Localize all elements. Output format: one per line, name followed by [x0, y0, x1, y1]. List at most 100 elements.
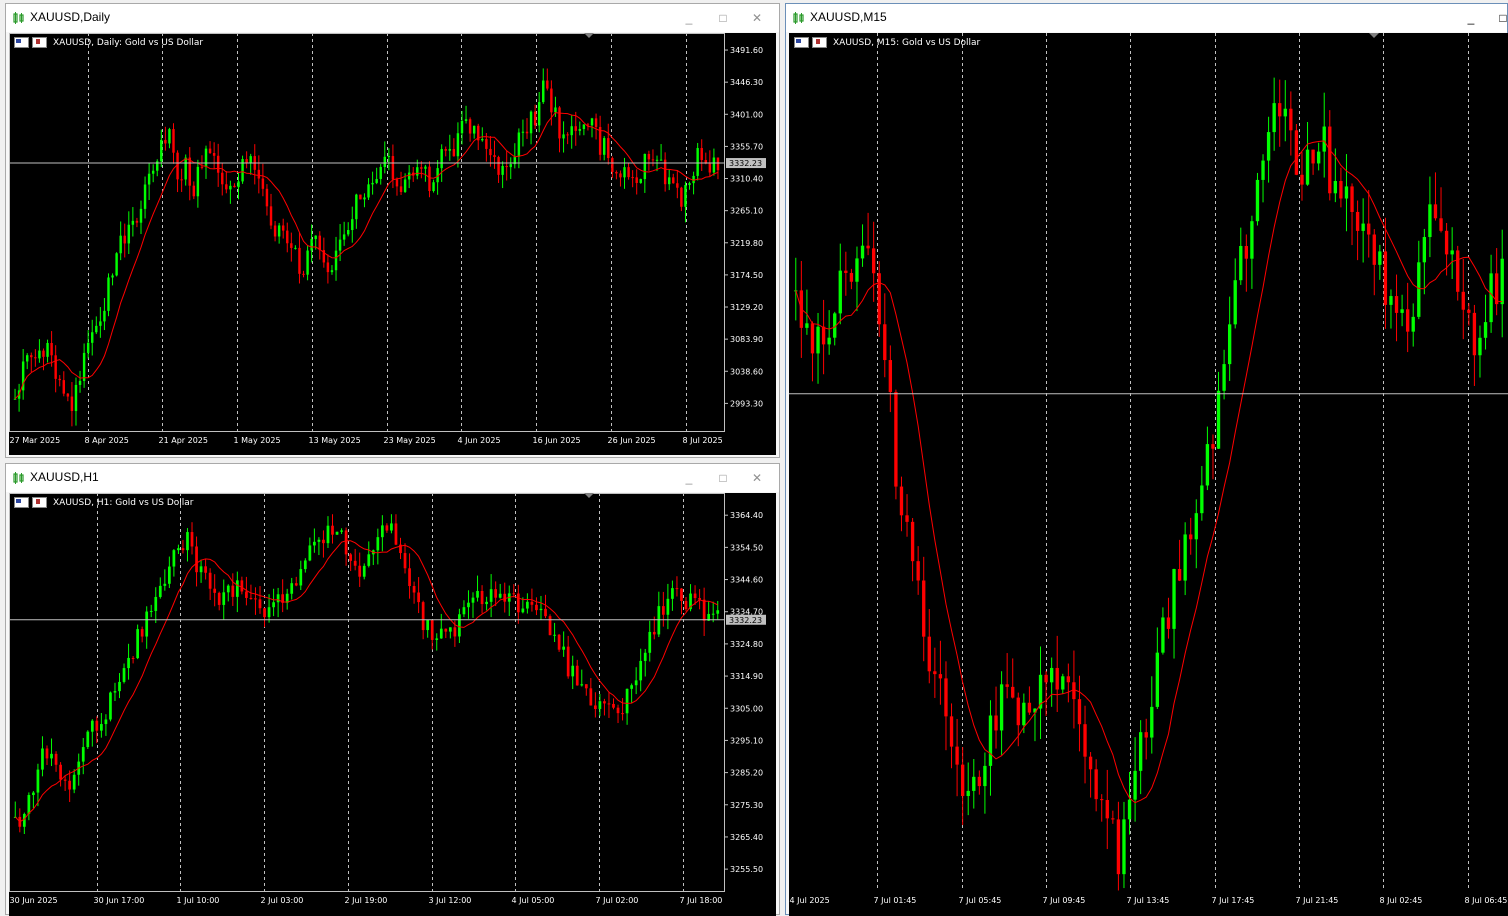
candle-body — [1500, 258, 1504, 305]
candle-body — [516, 593, 520, 613]
h1-chart-area[interactable]: 30 Jun 2025 30 Jun 17:00 1 Jul 10:00 2 Jul … — [9, 493, 776, 916]
candle-body — [1233, 280, 1237, 325]
candle-body — [562, 646, 566, 650]
candle-body — [582, 124, 586, 130]
candle-body — [544, 608, 547, 617]
h1-chart-label: XAUUSD, H1: Gold vs US Dollar — [14, 497, 194, 508]
time-axis-label: 16 Jun 2025 — [533, 436, 581, 445]
candle-body — [453, 627, 457, 637]
candle-body — [81, 747, 85, 762]
candle-body — [145, 611, 149, 637]
candle-body — [922, 580, 926, 637]
time-axis-label: 7 Jul 09:45 — [1043, 896, 1086, 905]
time-axis-label: 23 May 2025 — [384, 436, 436, 445]
candle-body — [346, 230, 350, 235]
candle-body — [412, 586, 416, 593]
m15-chart-area[interactable]: 4 Jul 2025 7 Jul 01:45 7 Jul 05:45 7 Jul 09… — [789, 33, 1508, 916]
candle-body — [131, 220, 135, 225]
minimize-button[interactable]: _ — [679, 469, 699, 487]
daily-titlebar[interactable]: XAUUSD,Daily _ □ ✕ — [6, 4, 779, 32]
candle-body — [546, 80, 549, 89]
us-flag-icon — [14, 37, 29, 48]
candle-body — [838, 270, 842, 314]
current-price-label: 3332.23 — [729, 616, 762, 625]
candle-body — [226, 585, 230, 593]
h1-window-title: XAUUSD,H1 — [30, 470, 99, 484]
candle-body — [1161, 617, 1165, 653]
candle-body — [257, 169, 261, 179]
daily-chart-window[interactable]: XAUUSD,Daily _ □ ✕ 27 Mar 2025 8 Apr 2025… — [5, 3, 780, 458]
price-axis-label: 3344.60 — [730, 576, 763, 585]
candle-body — [249, 597, 253, 599]
h1-chart-svg: 30 Jun 2025 30 Jun 17:00 1 Jul 10:00 2 Jul … — [9, 493, 766, 905]
candle-body — [558, 107, 561, 139]
candle-body — [204, 566, 207, 573]
candle-body — [86, 731, 90, 748]
candle-body — [1183, 534, 1187, 581]
candle-body — [172, 129, 175, 153]
candle-body — [456, 133, 460, 157]
candle-body — [342, 234, 346, 240]
time-axis-label: 7 Jul 05:45 — [959, 896, 1002, 905]
time-axis-label: 7 Jul 01:45 — [874, 896, 917, 905]
close-button[interactable]: ✕ — [747, 9, 767, 27]
candle-body — [630, 685, 633, 689]
moving-average-line — [14, 540, 718, 823]
candle-body — [1272, 103, 1276, 133]
maximize-button[interactable]: □ — [713, 9, 733, 27]
candle-body — [927, 636, 931, 672]
candle-body — [1367, 223, 1371, 235]
candle-body — [299, 569, 303, 586]
candle-body — [448, 627, 452, 632]
candle-body — [335, 531, 339, 535]
candle-body — [1339, 181, 1343, 199]
candle-body — [667, 177, 671, 185]
price-axis-label: 3314.90 — [730, 672, 763, 681]
candle-body — [530, 601, 534, 605]
maximize-button[interactable]: □ — [713, 469, 733, 487]
candle-body — [1350, 186, 1354, 212]
candle-body — [298, 247, 301, 274]
h1-chart-window[interactable]: XAUUSD,H1 _ □ ✕ 30 Jun 2025 30 Jun 17:00 1… — [5, 463, 780, 916]
candle-body — [476, 590, 479, 598]
candle-body — [1428, 204, 1432, 238]
candle-body — [666, 598, 670, 615]
candle-body — [1211, 444, 1215, 449]
m15-chart-window[interactable]: XAUUSD,M15 _ □ 4 Jul 2025 7 Jul 01:45 7 Ju… — [785, 3, 1508, 916]
chart-shift-marker — [584, 33, 594, 38]
time-axis-label: 8 Jul 02:45 — [1380, 896, 1423, 905]
candle-body — [485, 601, 488, 605]
candle-body — [944, 678, 948, 717]
candle-body — [216, 155, 220, 173]
candle-body — [611, 158, 614, 172]
candle-body — [160, 139, 163, 162]
candle-body — [432, 182, 435, 192]
candle-body — [390, 523, 393, 531]
candle-body — [634, 680, 638, 686]
h1-titlebar[interactable]: XAUUSD,H1 _ □ ✕ — [6, 464, 779, 492]
candle-body — [509, 164, 512, 168]
candle-body — [286, 230, 289, 244]
candle-body — [655, 159, 659, 161]
candle-body — [529, 111, 533, 134]
minimize-button[interactable]: _ — [679, 9, 699, 27]
price-axis-label: 3038.60 — [730, 367, 763, 376]
candle-body — [1255, 179, 1260, 222]
candle-body — [72, 774, 76, 790]
time-axis-label: 13 May 2025 — [309, 436, 361, 445]
m15-titlebar[interactable]: XAUUSD,M15 _ □ — [786, 4, 1507, 32]
candle-body — [888, 360, 893, 393]
candle-body — [127, 224, 131, 244]
close-button[interactable]: ✕ — [747, 469, 767, 487]
candle-body — [168, 129, 171, 144]
candle-body — [109, 692, 112, 720]
daily-chart-area[interactable]: 27 Mar 2025 8 Apr 2025 21 Apr 2025 1 May 20… — [9, 33, 776, 455]
maximize-button[interactable]: □ — [1493, 9, 1508, 27]
candle-body — [107, 277, 110, 311]
candle-body — [548, 616, 552, 636]
candle-body — [1472, 312, 1477, 356]
price-axis-label: 3355.70 — [730, 142, 763, 151]
minimize-button[interactable]: _ — [1461, 9, 1481, 27]
candle-body — [860, 245, 865, 259]
candle-body — [273, 225, 277, 237]
